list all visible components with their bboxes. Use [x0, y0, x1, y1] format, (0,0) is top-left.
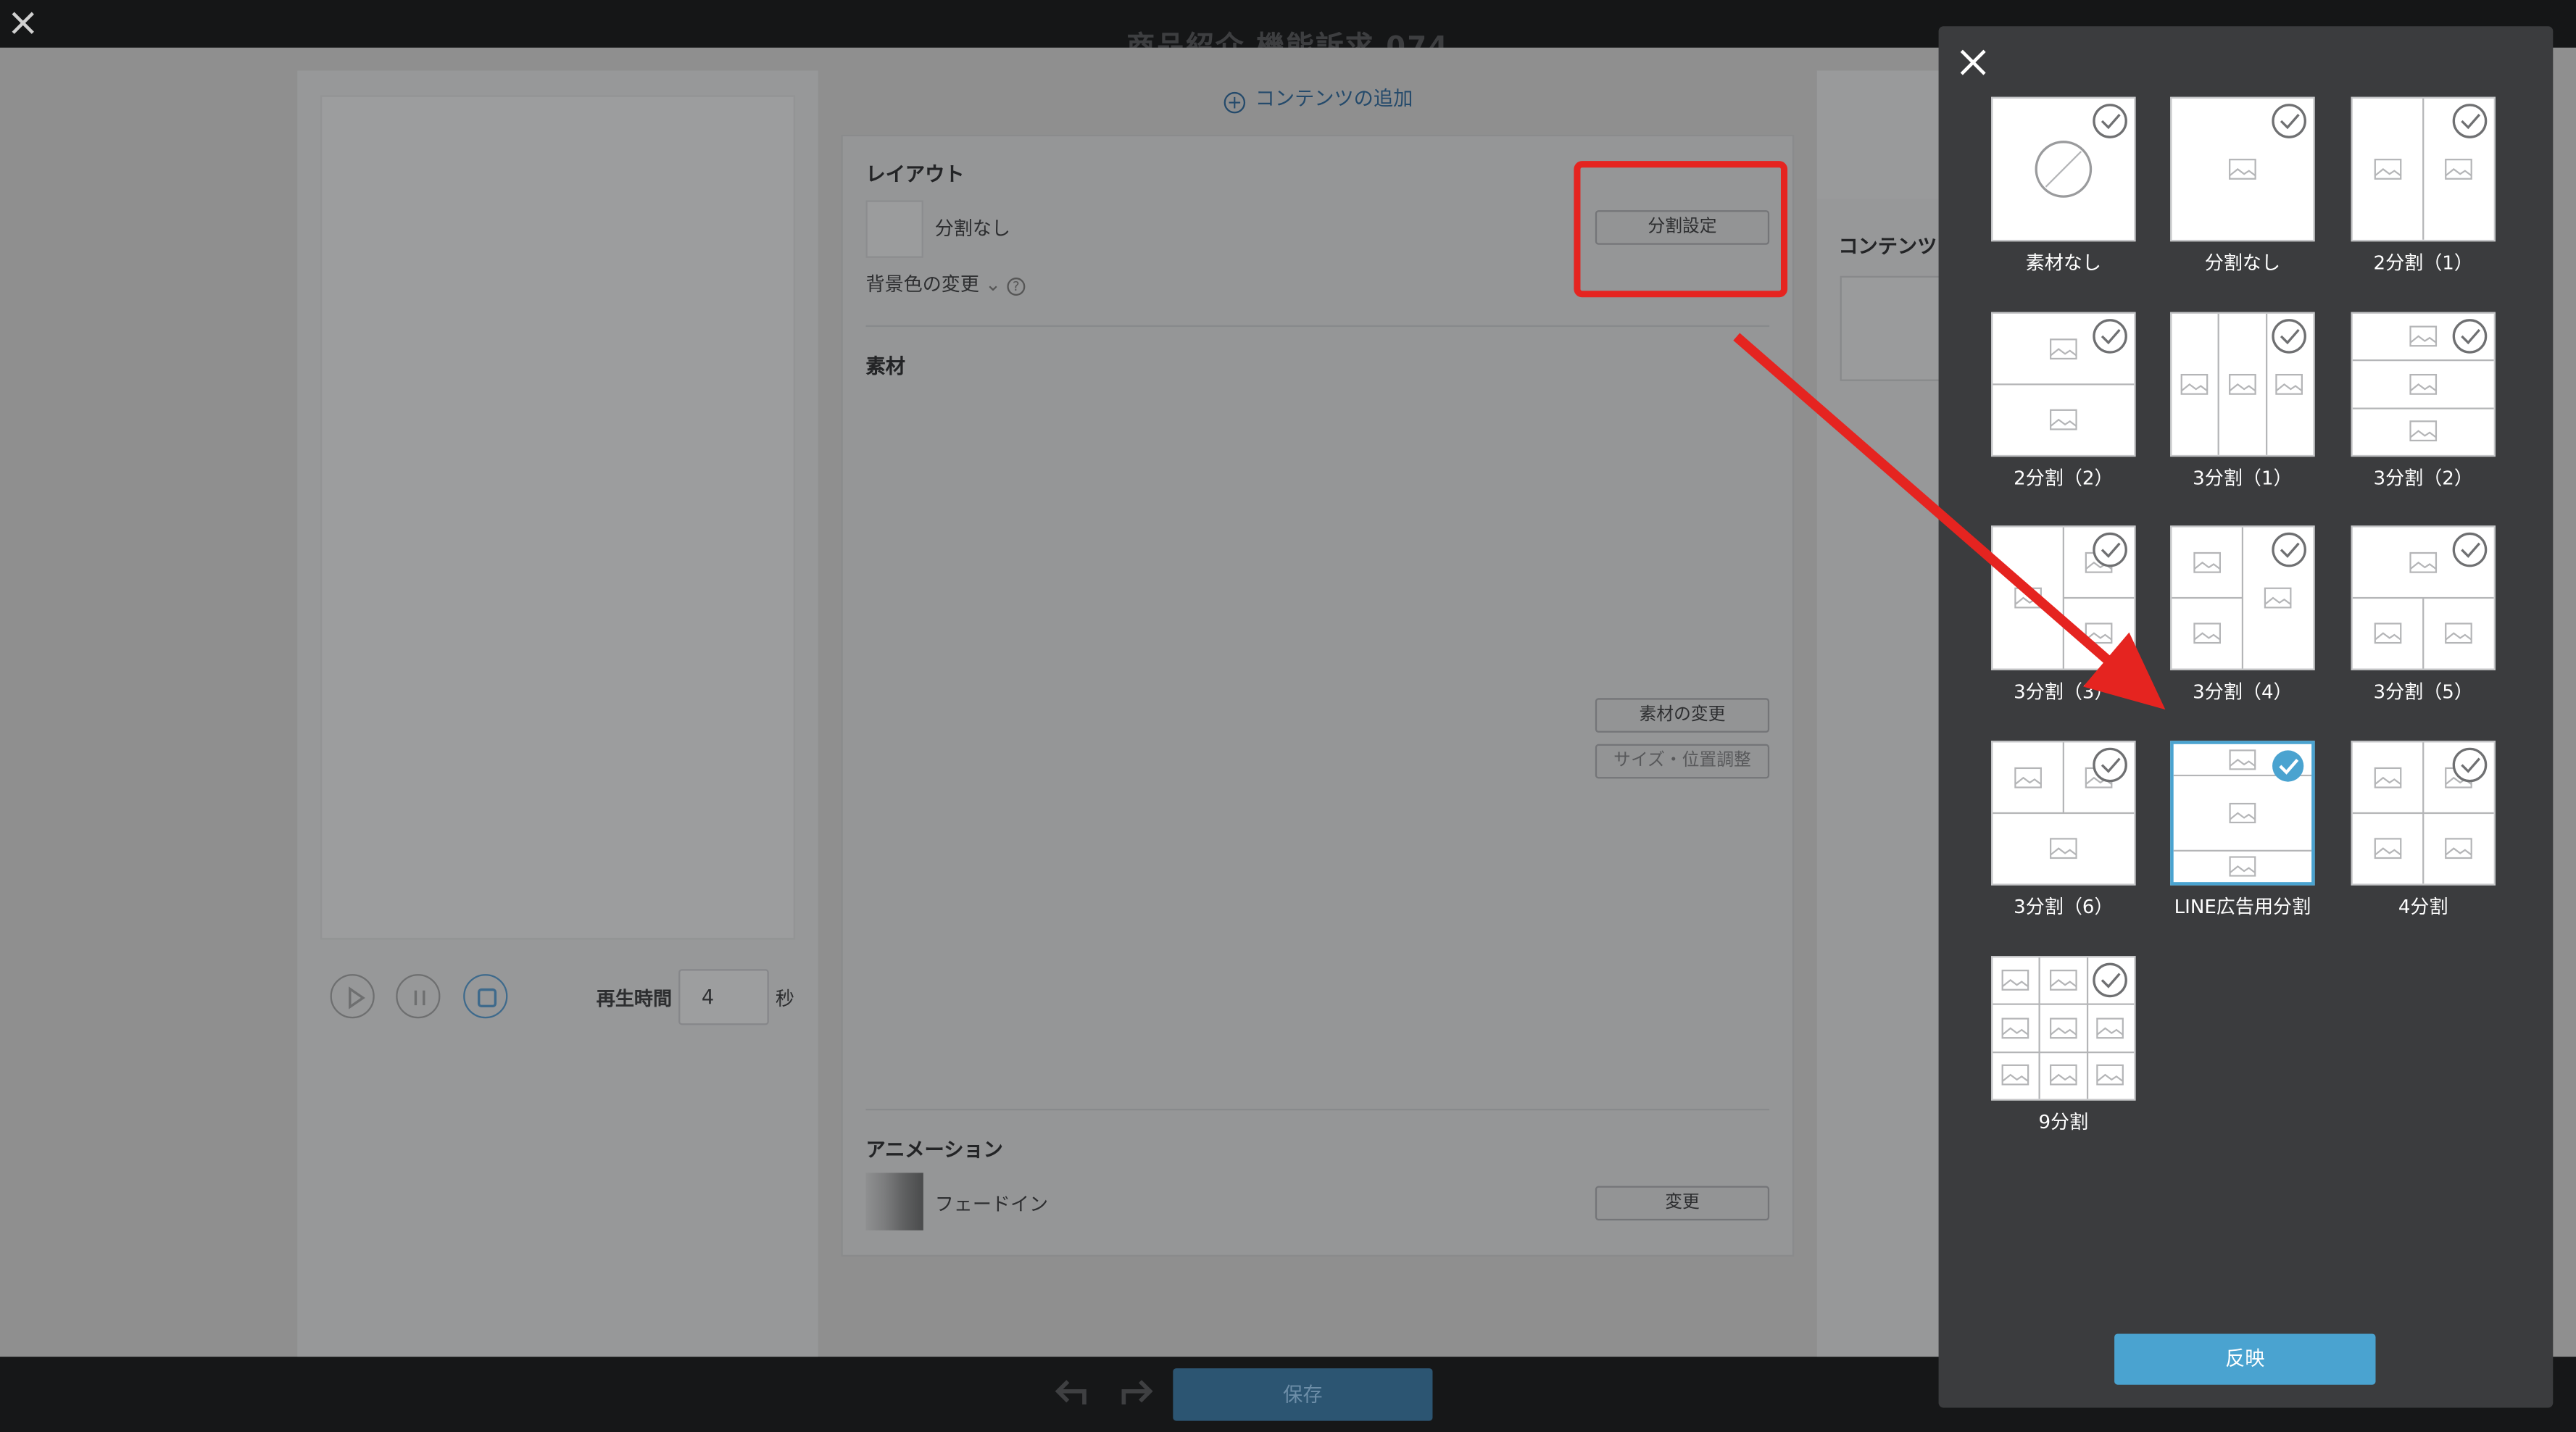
- red-arrow-annotation: [1733, 333, 2166, 710]
